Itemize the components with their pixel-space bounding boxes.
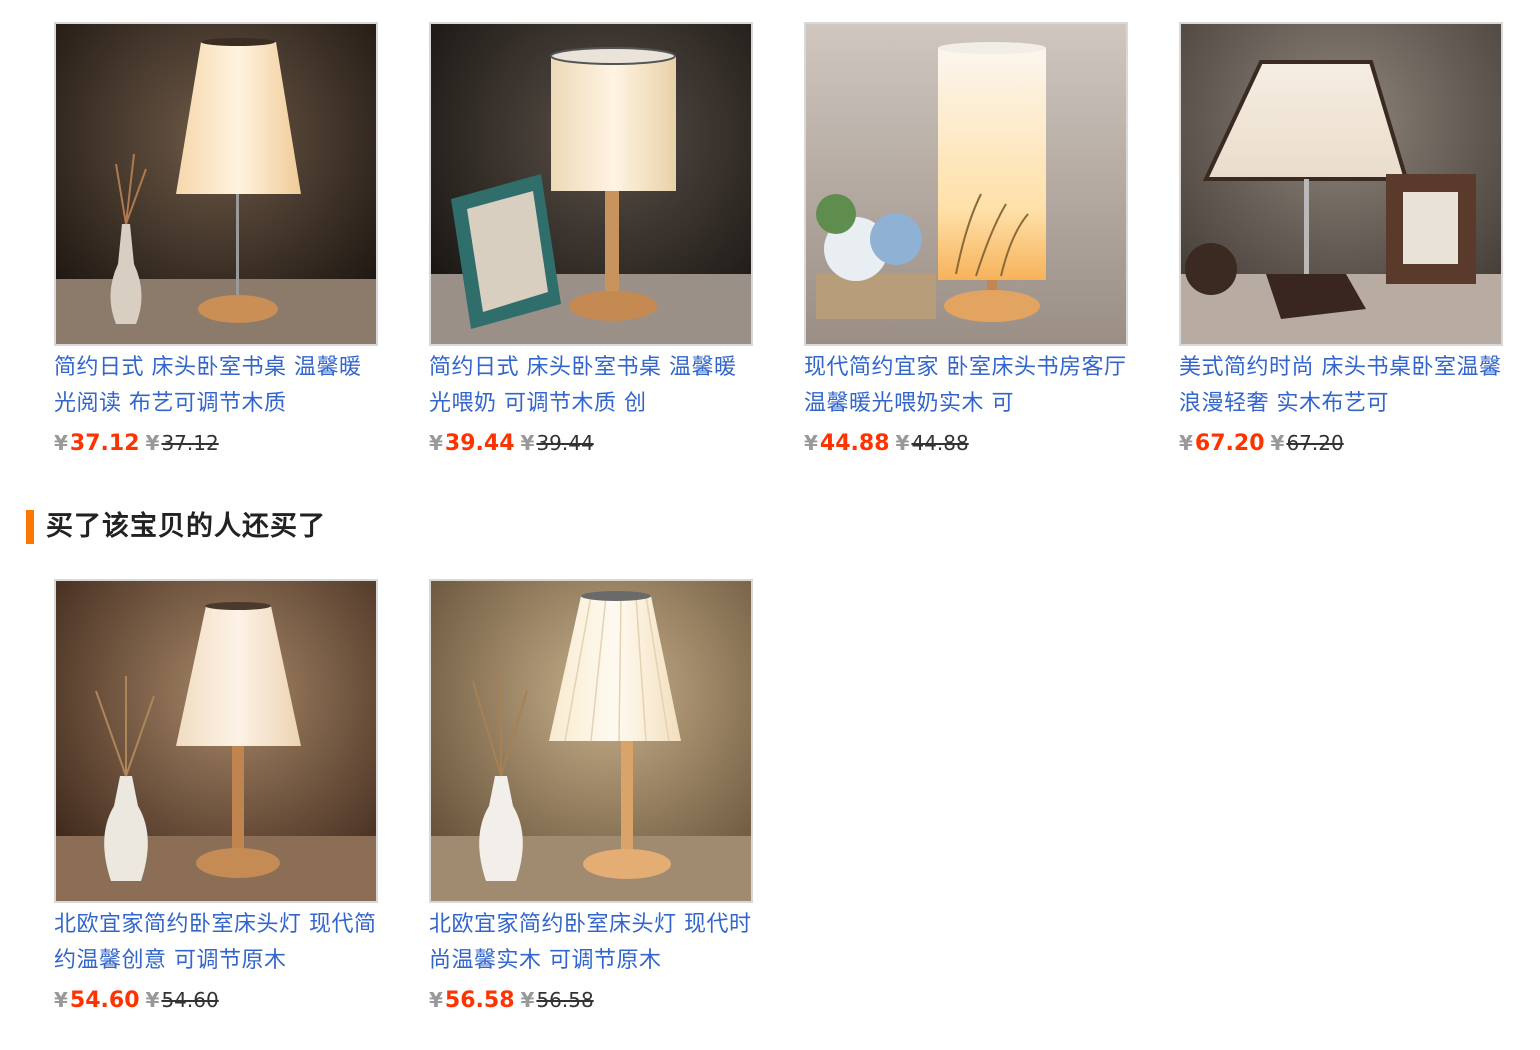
price-row: ¥56.58 ¥56.58 [429, 985, 753, 1015]
currency-symbol: ¥ [145, 988, 160, 1012]
price-row: ¥39.44 ¥39.44 [429, 428, 753, 458]
currency-symbol: ¥ [145, 431, 160, 455]
product-card[interactable]: 北欧宜家简约卧室床头灯 现代简约温馨创意 可调节原木 ¥54.60 ¥54.60 [54, 579, 378, 1015]
price-row: ¥44.88 ¥44.88 [804, 428, 1128, 458]
current-price: 56.58 [444, 988, 515, 1013]
product-title[interactable]: 简约日式 床头卧室书桌 温馨暖光喂奶 可调节木质 创 [429, 350, 753, 422]
price-row: ¥54.60 ¥54.60 [54, 985, 378, 1015]
currency-symbol: ¥ [54, 431, 68, 455]
currency-symbol: ¥ [429, 431, 443, 455]
product-image-lamp-pleated-shade[interactable] [429, 579, 753, 903]
currency-symbol: ¥ [429, 988, 443, 1012]
product-card[interactable]: 现代简约宜家 卧室床头书房客厅 温馨暖光喂奶实木 可 ¥44.88 ¥44.88 [804, 22, 1128, 458]
currency-symbol: ¥ [1179, 431, 1193, 455]
product-image-lamp-tall-cylinder[interactable] [804, 22, 1128, 346]
product-card[interactable]: 简约日式 床头卧室书桌 温馨暖光阅读 布艺可调节木质 ¥37.12 ¥37.12 [54, 22, 378, 458]
original-price: 54.60 [161, 988, 219, 1012]
current-price: 54.60 [69, 988, 140, 1013]
current-price: 44.88 [819, 431, 890, 456]
current-price: 67.20 [1194, 431, 1265, 456]
currency-symbol: ¥ [804, 431, 818, 455]
original-price: 44.88 [911, 431, 969, 455]
product-image-lamp-drum-shade[interactable] [429, 22, 753, 346]
currency-symbol: ¥ [520, 988, 535, 1012]
currency-symbol: ¥ [1270, 431, 1285, 455]
product-card[interactable]: 简约日式 床头卧室书桌 温馨暖光喂奶 可调节木质 创 ¥39.44 ¥39.44 [429, 22, 753, 458]
currency-symbol: ¥ [520, 431, 535, 455]
currency-symbol: ¥ [54, 988, 68, 1012]
original-price: 67.20 [1286, 431, 1344, 455]
price-row: ¥67.20 ¥67.20 [1179, 428, 1503, 458]
product-image-lamp-square-shade[interactable] [1179, 22, 1503, 346]
product-card[interactable]: 美式简约时尚 床头书桌卧室温馨浪漫轻奢 实木布艺可 ¥67.20 ¥67.20 [1179, 22, 1503, 458]
product-title[interactable]: 北欧宜家简约卧室床头灯 现代简约温馨创意 可调节原木 [54, 907, 378, 979]
price-row: ¥37.12 ¥37.12 [54, 428, 378, 458]
current-price: 37.12 [69, 431, 140, 456]
current-price: 39.44 [444, 431, 515, 456]
also-bought-heading: 买了该宝贝的人还买了 [26, 510, 326, 544]
original-price: 56.58 [536, 988, 594, 1012]
product-title[interactable]: 美式简约时尚 床头书桌卧室温馨浪漫轻奢 实木布艺可 [1179, 350, 1503, 422]
product-image-lamp-cone-shade-vase[interactable] [54, 579, 378, 903]
original-price: 37.12 [161, 431, 219, 455]
product-title[interactable]: 简约日式 床头卧室书桌 温馨暖光阅读 布艺可调节木质 [54, 350, 378, 422]
product-image-lamp-cone-shade[interactable] [54, 22, 378, 346]
product-title[interactable]: 现代简约宜家 卧室床头书房客厅 温馨暖光喂奶实木 可 [804, 350, 1128, 422]
product-card[interactable]: 北欧宜家简约卧室床头灯 现代时尚温馨实木 可调节原木 ¥56.58 ¥56.58 [429, 579, 753, 1015]
currency-symbol: ¥ [895, 431, 910, 455]
product-title[interactable]: 北欧宜家简约卧室床头灯 现代时尚温馨实木 可调节原木 [429, 907, 753, 979]
original-price: 39.44 [536, 431, 594, 455]
